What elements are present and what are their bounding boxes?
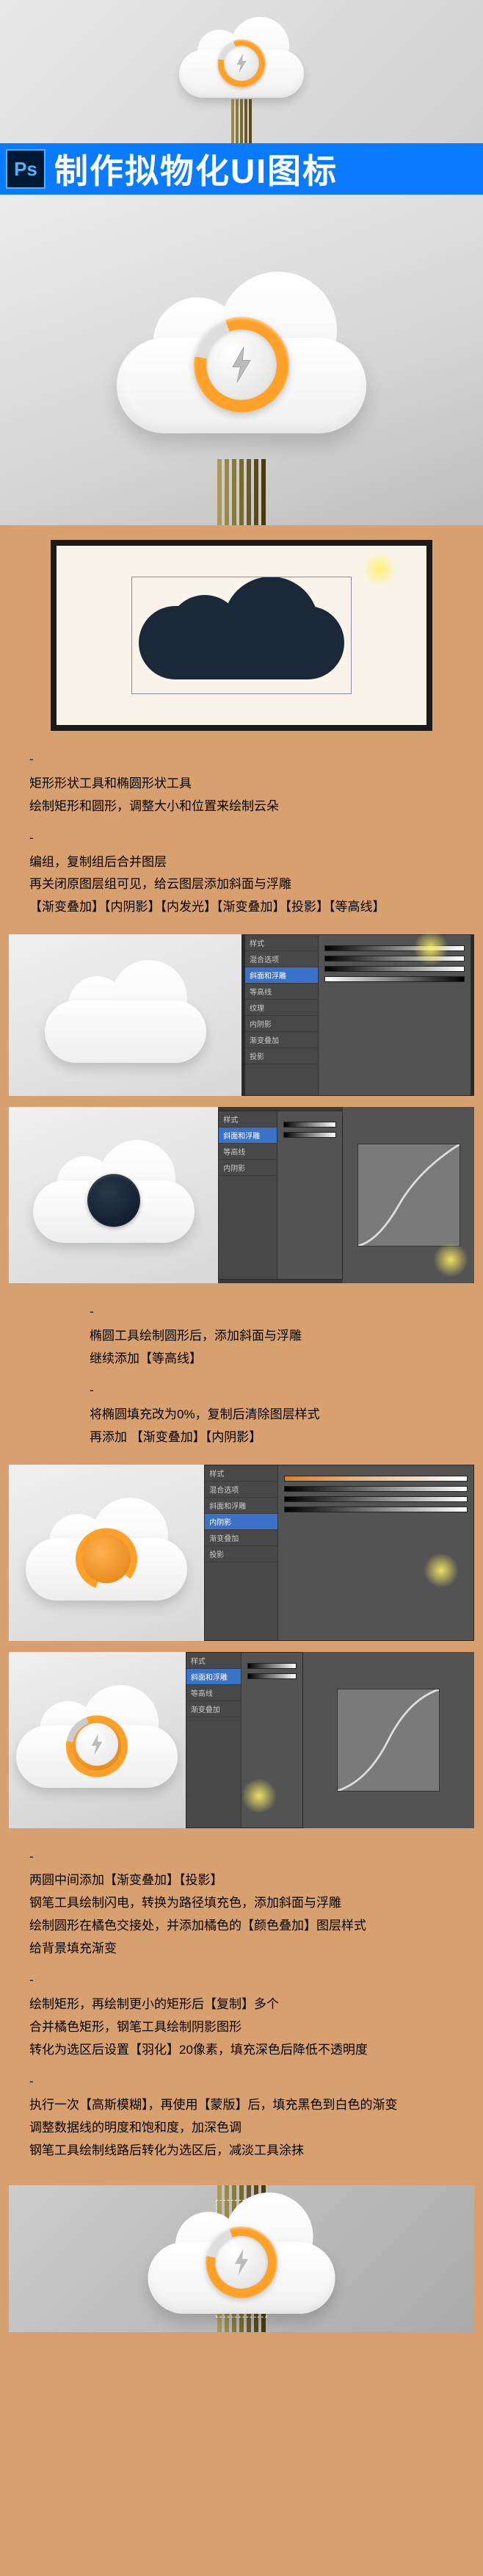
highlight-marker (424, 1553, 459, 1588)
cable-lines (239, 459, 244, 525)
lightning-icon (232, 2248, 252, 2276)
cloud-with-circle (33, 1147, 195, 1243)
title-bar: Ps 制作拟物化UI图标 (0, 143, 483, 195)
orange-ring (76, 1528, 137, 1590)
cloud-icon-small (179, 24, 304, 98)
style-list: 样式 混合选项 斜面和浮雕 等高线 纹理 内阴影 渐变叠加 投影 (245, 935, 319, 1095)
inner-circle-dark (87, 1174, 140, 1227)
highlight-marker (242, 1778, 277, 1814)
layer-style-dialog: 样式 斜面和浮雕 等高线 内阴影 (218, 1111, 343, 1280)
layer-style-dialog: 样式 混合选项 斜面和浮雕 等高线 纹理 内阴影 渐变叠加 投影 (244, 934, 471, 1096)
step1-screenshot (51, 540, 432, 731)
progress-ring (194, 317, 289, 413)
step3-screenshot: 样式 斜面和浮雕 等高线 内阴影 (9, 1107, 474, 1283)
lightning-icon (228, 347, 255, 383)
highlight-marker (362, 552, 397, 587)
hero-preview (0, 0, 483, 143)
progress-ring (218, 39, 266, 87)
progress-ring (206, 2226, 277, 2298)
cloud-white (45, 967, 206, 1063)
contour-editor (303, 1652, 474, 1828)
step3-text: - 两圆中间添加【渐变叠加】【投影】 钢笔工具绘制闪电，转换为路径填充色，添加斜… (9, 1839, 474, 2179)
lightning-icon (89, 1733, 105, 1755)
layer-style-dialog: 样式 混合选项 斜面和浮雕 内阴影 渐变叠加 投影 (204, 1465, 474, 1641)
step5-screenshot: 样式 斜面和浮雕 等高线 渐变叠加 (9, 1652, 474, 1828)
photoshop-icon: Ps (6, 149, 46, 189)
step4-screenshot: 样式 混合选项 斜面和浮雕 内阴影 渐变叠加 投影 (9, 1465, 474, 1641)
tutorial-title: 制作拟物化UI图标 (54, 145, 338, 193)
cloud-with-ring (26, 1505, 187, 1601)
step2-row: 样式 混合选项 斜面和浮雕 等高线 纹理 内阴影 渐变叠加 投影 (9, 934, 474, 1107)
final-screenshot (9, 2185, 474, 2332)
cloud-icon-final (148, 2204, 335, 2314)
highlight-marker (413, 931, 448, 966)
step2-layerstyle-panel: 样式 混合选项 斜面和浮雕 等高线 纹理 内阴影 渐变叠加 投影 (242, 934, 474, 1096)
step1-text: - 矩形形状工具和椭圆形状工具 绘制矩形和圆形，调整大小和位置来绘制云朵 - 编… (9, 742, 474, 934)
lightning-icon (235, 54, 248, 72)
main-preview (0, 195, 483, 525)
tutorial-content: - 矩形形状工具和椭圆形状工具 绘制矩形和圆形，调整大小和位置来绘制云朵 - 编… (0, 525, 483, 2347)
cloud-icon-large (117, 286, 366, 433)
cloud-with-bolt (16, 1692, 178, 1788)
cable-lines (240, 99, 243, 143)
highlight-marker (433, 1242, 468, 1277)
cloud-shape-dark (139, 584, 344, 687)
step2-cloud-render (9, 934, 242, 1096)
contour-editor (343, 1107, 474, 1283)
step2-text: - 椭圆工具绘制圆形后，添加斜面与浮雕 继续添加【等高线】 - 将椭圆填充改为0… (9, 1294, 474, 1464)
